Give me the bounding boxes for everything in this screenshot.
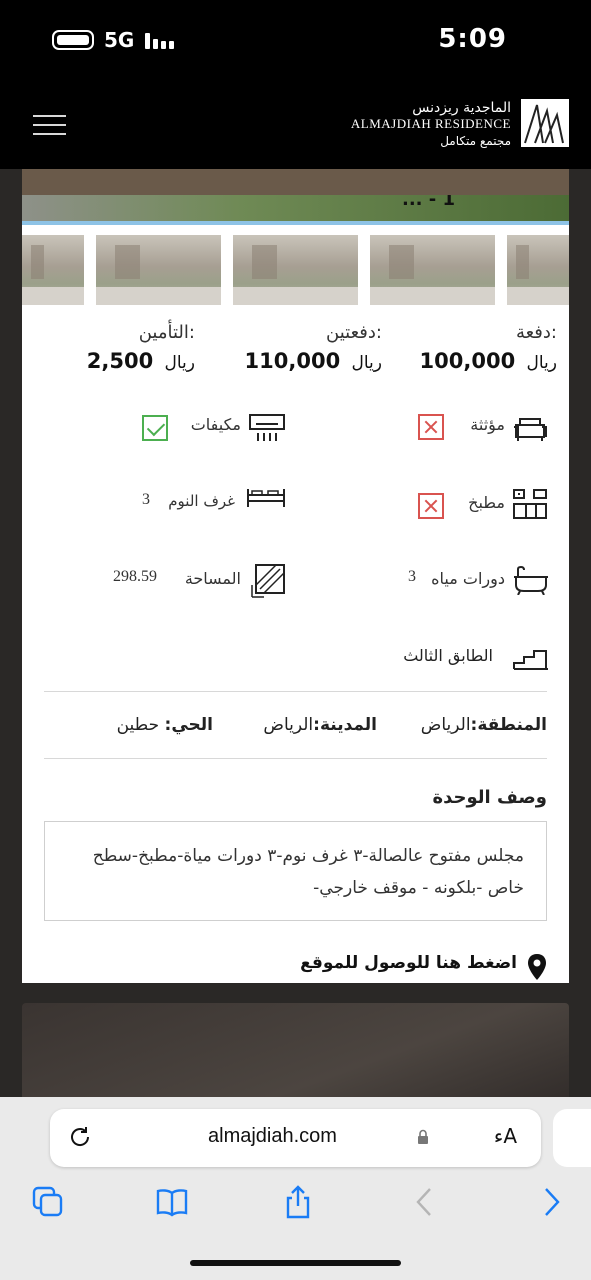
ac-check-icon: [142, 415, 168, 441]
unit-card: ... - 1 دفعة: ريال 100,000 دفعتين: ريال …: [22, 195, 569, 983]
price-currency: ريال: [351, 353, 382, 373]
next-tab-preview[interactable]: [553, 1109, 591, 1167]
kitchen-cross-icon: [418, 493, 444, 519]
city-label: المدينة:: [313, 715, 377, 735]
description-box: مجلس مفتوح عالصالة-٣ غرف نوم-٣ دورات ميا…: [44, 821, 547, 921]
hero-image: [22, 195, 569, 225]
ac-label: مكيفات: [190, 415, 241, 434]
status-bar: 5G 5:09: [0, 0, 591, 82]
price-deposit: التأمين: ريال 2,500: [87, 322, 195, 373]
thumbnail[interactable]: [507, 235, 569, 305]
bedrooms-label: غرف النوم: [168, 492, 235, 510]
price-one-payment: دفعة: ريال 100,000: [420, 322, 557, 373]
tabs-icon[interactable]: [31, 1185, 65, 1219]
bathrooms-value: 3: [408, 568, 416, 585]
network-type: 5G: [104, 28, 135, 52]
browser-toolbar: almajdiah.com ءA: [0, 1097, 591, 1280]
logo-arabic: الماجدية ريزدنس: [412, 100, 511, 116]
thumbnail[interactable]: [22, 235, 84, 305]
area-icon: [251, 564, 285, 598]
url-domain[interactable]: almajdiah.com: [208, 1125, 337, 1148]
unit-title: ... - 1: [402, 195, 456, 210]
price-label: دفعة:: [515, 322, 557, 343]
back-chevron-icon[interactable]: [408, 1185, 442, 1219]
thumbnail[interactable]: [233, 235, 358, 305]
region-value: الرياض: [420, 715, 471, 735]
location-row: المنطقة:الرياض المدينة:الرياض الحي: حطين: [44, 715, 547, 745]
thumbnail[interactable]: [370, 235, 495, 305]
floor-label: الطابق الثالث: [403, 646, 493, 665]
share-icon[interactable]: [281, 1185, 315, 1219]
price-currency: ريال: [164, 353, 195, 373]
kitchen-icon: [513, 489, 547, 519]
thumbnail[interactable]: [96, 235, 221, 305]
battery-icon: [52, 30, 94, 50]
price-amount: 100,000: [419, 349, 516, 373]
map-link[interactable]: اضغط هنا للوصول للموقع: [300, 953, 517, 973]
area-value: 298.59: [113, 568, 157, 585]
region-label: المنطقة:: [470, 715, 547, 735]
city-value: الرياض: [263, 715, 314, 735]
price-amount: 110,000: [244, 349, 341, 373]
furnished-label: مؤثثة: [470, 415, 505, 434]
stairs-icon: [513, 650, 548, 670]
reload-icon[interactable]: [68, 1125, 92, 1149]
address-bar[interactable]: almajdiah.com ءA: [50, 1109, 541, 1167]
logo[interactable]: الماجدية ريزدنس ALMAJDIAH RESIDENCE مجتم…: [351, 100, 511, 148]
bathrooms-label: دورات مياه: [431, 569, 505, 588]
divider: [44, 758, 547, 759]
price-label: التأمين:: [138, 322, 195, 343]
bathtub-icon: [514, 565, 548, 595]
logo-english: ALMAJDIAH RESIDENCE: [350, 116, 511, 131]
signal-icon: [145, 31, 175, 49]
logo-mark-icon: [521, 99, 569, 147]
forward-chevron-icon[interactable]: [534, 1185, 568, 1219]
price-label: دفعتين:: [326, 322, 382, 343]
description-title: وصف الوحدة: [432, 787, 548, 808]
menu-icon[interactable]: [33, 115, 66, 135]
bed-icon: [247, 489, 285, 507]
divider: [44, 691, 547, 692]
bookmarks-icon[interactable]: [155, 1185, 189, 1219]
sofa-icon: [514, 418, 547, 441]
price-two-payments: دفعتين: ريال 110,000: [245, 322, 382, 373]
logo-tagline: مجتمع متكامل: [440, 134, 511, 148]
lock-icon: [418, 1129, 428, 1144]
thumbnail-gallery: [22, 235, 569, 305]
district-label: الحي:: [164, 715, 213, 735]
text-size-button[interactable]: ءA: [494, 1124, 517, 1148]
furnished-cross-icon: [418, 414, 444, 440]
area-label: المساحة: [184, 569, 241, 588]
bedrooms-value: 3: [142, 491, 150, 508]
kitchen-label: مطبخ: [468, 493, 505, 512]
location-pin-icon: [528, 954, 546, 980]
home-indicator: [190, 1260, 401, 1266]
price-amount: 2,500: [86, 349, 154, 373]
price-currency: ريال: [526, 353, 557, 373]
clock: 5:09: [438, 24, 507, 54]
district-value: حطين: [116, 715, 160, 735]
air-conditioner-icon: [249, 414, 285, 441]
